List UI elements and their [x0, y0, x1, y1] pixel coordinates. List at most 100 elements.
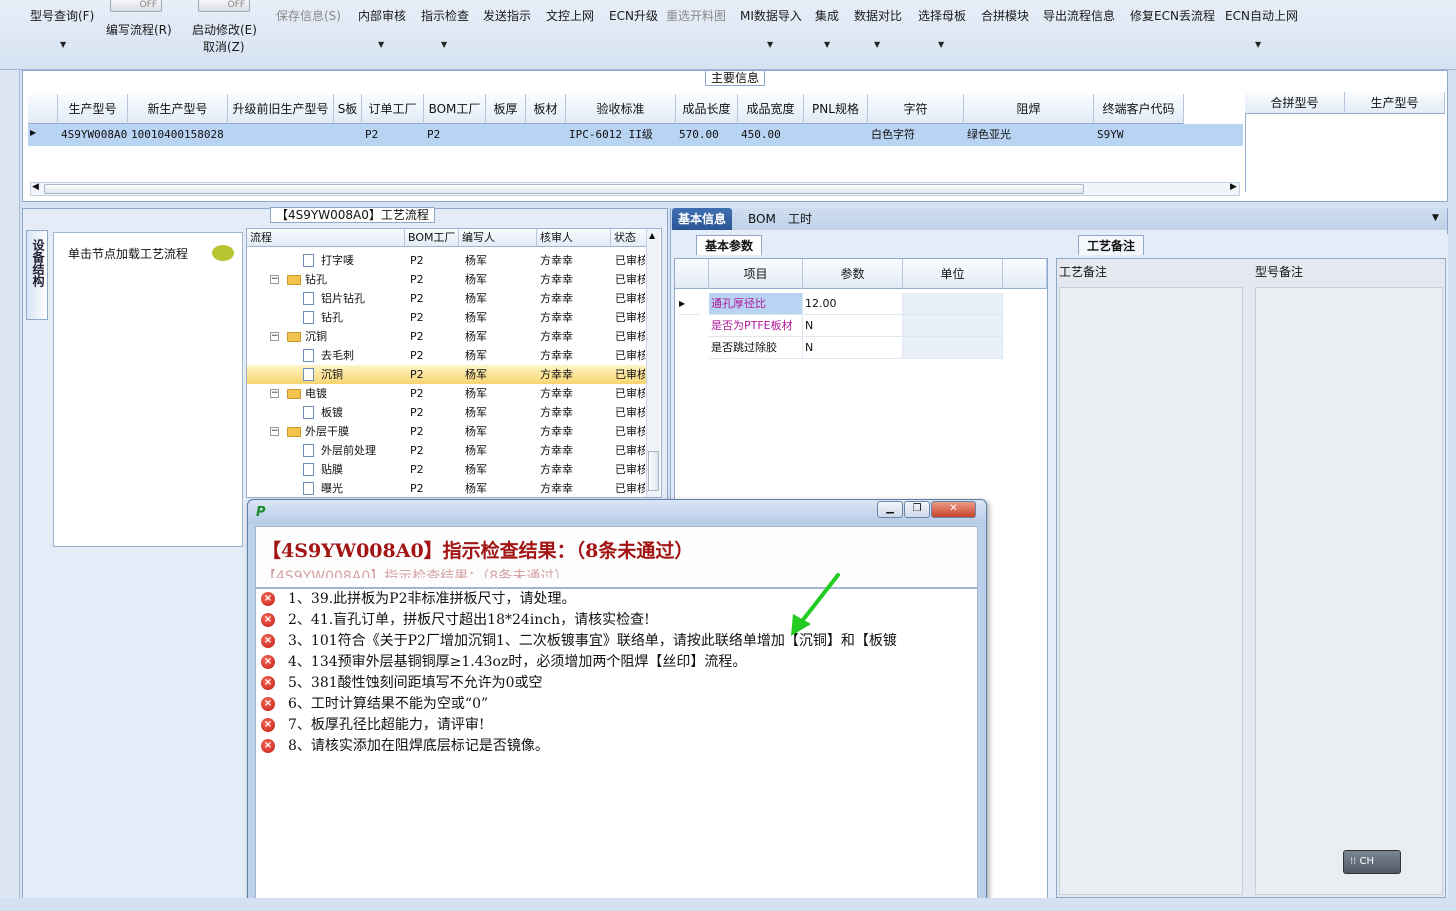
main-cell[interactable] [228, 124, 334, 146]
main-cell[interactable] [526, 124, 566, 146]
tab-device-structure[interactable]: 设备结构 [26, 230, 48, 320]
collapse-icon[interactable]: − [270, 275, 279, 284]
main-col-header[interactable]: 成品宽度 [738, 94, 804, 124]
chevron-down-icon[interactable]: ▼ [938, 40, 944, 49]
param-item[interactable]: 是否为PTFE板材 [709, 315, 803, 337]
main-col-header[interactable]: 生产型号 [58, 94, 128, 124]
main-col-header[interactable]: 板材 [526, 94, 566, 124]
main-col-header[interactable]: 阻焊 [964, 94, 1094, 124]
chevron-down-icon[interactable]: ▼ [824, 40, 830, 49]
tree-row[interactable]: 钻孔 P2 杨军 方幸幸 已审核 [247, 308, 647, 327]
main-col-header[interactable]: 字符 [868, 94, 964, 124]
param-unit[interactable] [903, 293, 1003, 315]
tb-ecn-auto-online[interactable]: ECN自动上网 [1225, 7, 1298, 24]
tb-write-flow[interactable]: 编写流程(R) [106, 21, 172, 38]
dialog-titlebar[interactable]: P [248, 500, 986, 524]
main-cell[interactable]: 4S9YW008A0 [58, 124, 128, 146]
main-cell[interactable]: P2 [362, 124, 424, 146]
param-value[interactable]: N [803, 337, 903, 359]
tree-row[interactable]: 贴膜 P2 杨军 方幸幸 已审核 [247, 460, 647, 479]
collapse-icon[interactable]: − [270, 389, 279, 398]
scroll-left-icon[interactable]: ◀ [32, 182, 39, 192]
col-reviewer[interactable]: 核审人 [537, 229, 611, 247]
param-unit[interactable] [903, 315, 1003, 337]
main-cell[interactable]: 绿色亚光 [964, 124, 1094, 146]
minimize-icon[interactable]: ▁ [877, 501, 903, 518]
main-col-header[interactable]: S板 [334, 94, 362, 124]
col-writer[interactable]: 编写人 [459, 229, 537, 247]
param-item[interactable]: 通孔厚径比 [709, 293, 803, 315]
tree-row[interactable]: 打字唛 P2 杨军 方幸幸 已审核 [247, 251, 647, 270]
collapse-icon[interactable]: − [270, 427, 279, 436]
col-item[interactable]: 项目 [709, 259, 803, 289]
col-param[interactable]: 参数 [803, 259, 903, 289]
tb-mi-import[interactable]: MI数据导入 [740, 7, 802, 24]
toggle-switch-2[interactable]: OFF [198, 0, 250, 12]
remarks-caption[interactable]: 工艺备注 [1078, 235, 1145, 255]
tb-send-instruction[interactable]: 发送指示 [483, 7, 531, 24]
tb-model-query[interactable]: 型号查询(F) [30, 7, 94, 24]
close-icon[interactable]: ✕ [931, 501, 976, 518]
tree-row[interactable]: 去毛刺 P2 杨军 方幸幸 已审核 [247, 346, 647, 365]
restore-icon[interactable]: ❐ [904, 501, 930, 518]
combine-col-model[interactable]: 合拼型号 [1245, 92, 1345, 114]
basic-params-caption[interactable]: 基本参数 [696, 235, 763, 255]
combine-col-prod[interactable]: 生产型号 [1345, 92, 1445, 114]
main-cell[interactable] [334, 124, 362, 146]
param-unit[interactable] [903, 337, 1003, 359]
main-cell[interactable] [486, 124, 526, 146]
chevron-down-icon[interactable]: ▼ [874, 40, 880, 49]
tb-export-flow[interactable]: 导出流程信息 [1043, 7, 1115, 24]
tab-basic-info[interactable]: 基本信息 [672, 208, 733, 230]
tree-row[interactable]: 铝片钻孔 P2 杨军 方幸幸 已审核 [247, 289, 647, 308]
tree-row[interactable]: − 外层干膜 P2 杨军 方幸幸 已审核 [247, 422, 647, 441]
tb-ecn-upgrade[interactable]: ECN升级 [609, 7, 658, 24]
chevron-down-icon[interactable]: ▼ [378, 40, 384, 49]
scroll-right-icon[interactable]: ▶ [1230, 182, 1237, 192]
tree-row[interactable]: 曝光 P2 杨军 方幸幸 已审核 [247, 479, 647, 497]
main-col-header[interactable]: 订单工厂 [362, 94, 424, 124]
col-flow[interactable]: 流程 [247, 229, 405, 247]
tb-integrate[interactable]: 集成 [815, 7, 839, 24]
tab-worktime[interactable]: 工时 [782, 208, 818, 230]
main-cell[interactable]: 10010400158028 [128, 124, 228, 146]
tree-row[interactable]: − 电镀 P2 杨军 方幸幸 已审核 [247, 384, 647, 403]
main-cell[interactable]: 白色字符 [868, 124, 964, 146]
main-col-header[interactable]: 板厚 [486, 94, 526, 124]
tb-reselect-cutting[interactable]: 重选开料图 [666, 7, 726, 24]
param-value[interactable]: 12.00 [803, 293, 903, 315]
chevron-down-icon[interactable]: ▼ [441, 40, 447, 49]
tb-internal-review[interactable]: 内部审核 [358, 7, 406, 24]
tab-bom[interactable]: BOM [742, 208, 782, 230]
scrollbar-thumb[interactable] [44, 184, 1084, 194]
chevron-down-icon[interactable]: ▼ [767, 40, 773, 49]
tb-doc-control-online[interactable]: 文控上网 [546, 7, 594, 24]
chevron-down-icon[interactable]: ▼ [1432, 213, 1439, 223]
tb-cancel[interactable]: 取消(Z) [203, 38, 245, 55]
main-col-header[interactable]: PNL规格 [804, 94, 868, 124]
tree-scrollbar[interactable]: ▲ [646, 229, 660, 497]
main-cell[interactable]: IPC-6012 II级 [566, 124, 676, 146]
collapse-icon[interactable]: − [270, 332, 279, 341]
main-col-header[interactable]: 验收标准 [566, 94, 676, 124]
model-remark-textarea[interactable] [1255, 287, 1443, 895]
col-bom[interactable]: BOM工厂 [405, 229, 459, 247]
chevron-down-icon[interactable]: ▼ [1255, 40, 1261, 49]
main-cell[interactable]: P2 [424, 124, 486, 146]
main-cell[interactable] [804, 124, 868, 146]
tree-row[interactable]: − 沉铜 P2 杨军 方幸幸 已审核 [247, 327, 647, 346]
tb-save-info[interactable]: 保存信息(S) [276, 7, 341, 24]
param-item[interactable]: 是否跳过除胶 [709, 337, 803, 359]
col-unit[interactable]: 单位 [903, 259, 1003, 289]
tree-row[interactable]: 板镀 P2 杨军 方幸幸 已审核 [247, 403, 647, 422]
chevron-down-icon[interactable]: ▼ [60, 40, 66, 49]
tb-start-modify[interactable]: 启动修改(E) [192, 21, 257, 38]
tb-select-master[interactable]: 选择母板 [918, 7, 966, 24]
tb-fix-ecn[interactable]: 修复ECN丢流程 [1130, 7, 1215, 24]
main-col-header[interactable]: 终端客户代码 [1094, 94, 1184, 124]
main-cell[interactable]: 570.00 [676, 124, 738, 146]
tb-data-compare[interactable]: 数据对比 [854, 7, 902, 24]
process-remark-textarea[interactable] [1059, 287, 1243, 895]
toggle-switch-1[interactable]: OFF [110, 0, 162, 12]
tb-instruction-check[interactable]: 指示检查 [421, 7, 469, 24]
